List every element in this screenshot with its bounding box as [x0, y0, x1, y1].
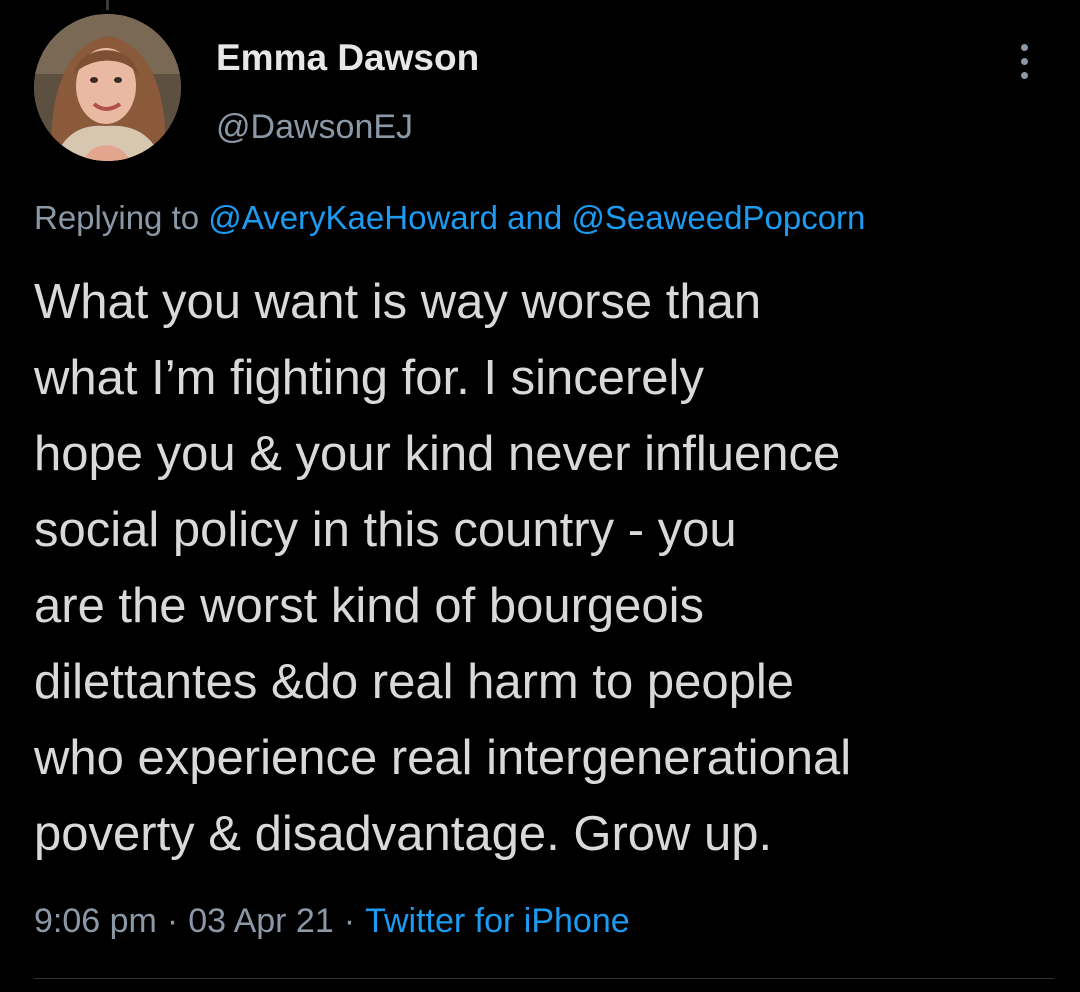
replying-to-prefix: Replying to: [34, 199, 200, 236]
replying-to-line: Replying to @AveryKaeHoward and @Seaweed…: [34, 196, 865, 240]
tweet-text-line: dilettantes &do real harm to people: [34, 655, 794, 709]
tweet-text-line: What you want is way worse than: [34, 275, 762, 329]
mention-link[interactable]: @SeaweedPopcorn: [571, 199, 865, 236]
author-display-name[interactable]: Emma Dawson: [216, 36, 479, 80]
tweet-date[interactable]: 03 Apr 21: [188, 902, 334, 940]
tweet-text-line: are the worst kind of bourgeois: [34, 579, 705, 633]
tweet-text-line: who experience real intergenerational: [34, 731, 852, 785]
divider: [34, 978, 1054, 979]
tweet-time[interactable]: 9:06 pm: [34, 902, 157, 940]
tweet-metadata: 9:06 pm · 03 Apr 21 · Twitter for iPhone: [34, 898, 630, 944]
tweet-author[interactable]: Emma Dawson @DawsonEJ: [216, 36, 479, 148]
thread-connector-line: [106, 0, 109, 10]
replying-conjunction: and: [507, 199, 563, 236]
tweet-text-line: social policy in this country - you: [34, 503, 737, 557]
more-vertical-icon: [1020, 43, 1028, 51]
author-handle[interactable]: @DawsonEJ: [216, 106, 479, 148]
more-options-button[interactable]: [1006, 38, 1042, 84]
tweet-text-line: hope you & your kind never influence: [34, 427, 841, 481]
tweet-text-line: what I’m fighting for. I sincerely: [34, 351, 704, 405]
mention-link[interactable]: @AveryKaeHoward: [208, 199, 498, 236]
more-vertical-icon: [1020, 71, 1028, 79]
more-vertical-icon: [1020, 57, 1028, 65]
meta-separator: ·: [166, 902, 179, 940]
meta-separator: ·: [343, 902, 356, 940]
avatar[interactable]: [34, 14, 181, 161]
tweet-source-link[interactable]: Twitter for iPhone: [365, 902, 630, 940]
tweet-text: What you want is way worse than what I’m…: [34, 264, 1054, 872]
tweet-text-line: poverty & disadvantage. Grow up.: [34, 807, 773, 861]
